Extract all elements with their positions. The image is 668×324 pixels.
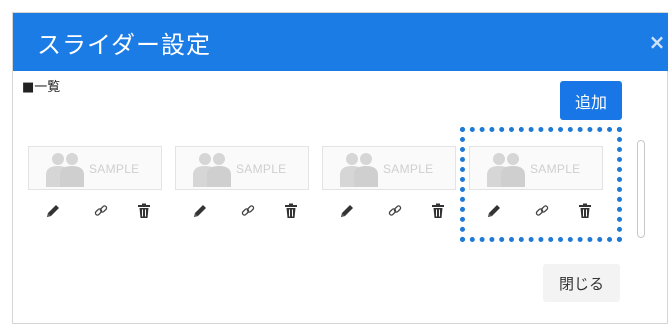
page-background xyxy=(0,0,668,8)
pencil-icon[interactable] xyxy=(485,202,503,220)
section-label: ■一覧 xyxy=(22,80,61,95)
slide-actions xyxy=(175,202,309,222)
slide-actions xyxy=(28,202,162,222)
link-icon[interactable] xyxy=(533,202,551,220)
slide-item: SAMPLE xyxy=(469,146,605,230)
close-icon[interactable]: × xyxy=(648,32,666,52)
pencil-icon[interactable] xyxy=(338,202,356,220)
scrollbar[interactable] xyxy=(637,140,645,238)
thumbnail-sample-text: SAMPLE xyxy=(89,162,140,176)
link-icon[interactable] xyxy=(239,202,257,220)
trash-icon[interactable] xyxy=(429,202,447,220)
slide-item: SAMPLE xyxy=(28,146,164,230)
slide-thumbnail[interactable]: SAMPLE xyxy=(322,146,456,190)
slide-thumbnail[interactable]: SAMPLE xyxy=(28,146,162,190)
modal-header: スライダー設定 × xyxy=(13,13,668,71)
link-icon[interactable] xyxy=(386,202,404,220)
slide-item: SAMPLE xyxy=(175,146,311,230)
thumbnail-sample-text: SAMPLE xyxy=(383,162,434,176)
pencil-icon[interactable] xyxy=(44,202,62,220)
pencil-icon[interactable] xyxy=(191,202,209,220)
slide-item: SAMPLE xyxy=(322,146,458,230)
slide-thumbnail[interactable]: SAMPLE xyxy=(175,146,309,190)
thumbnail-sample-text: SAMPLE xyxy=(236,162,287,176)
slide-actions xyxy=(322,202,456,222)
slide-thumbnail[interactable]: SAMPLE xyxy=(469,146,603,190)
modal-title: スライダー設定 xyxy=(37,30,212,59)
close-button[interactable]: 閉じる xyxy=(543,264,620,302)
thumbnail-sample-text: SAMPLE xyxy=(530,162,581,176)
trash-icon[interactable] xyxy=(576,202,594,220)
slide-actions xyxy=(469,202,603,222)
add-button[interactable]: 追加 xyxy=(560,81,622,120)
trash-icon[interactable] xyxy=(282,202,300,220)
link-icon[interactable] xyxy=(92,202,110,220)
trash-icon[interactable] xyxy=(135,202,153,220)
